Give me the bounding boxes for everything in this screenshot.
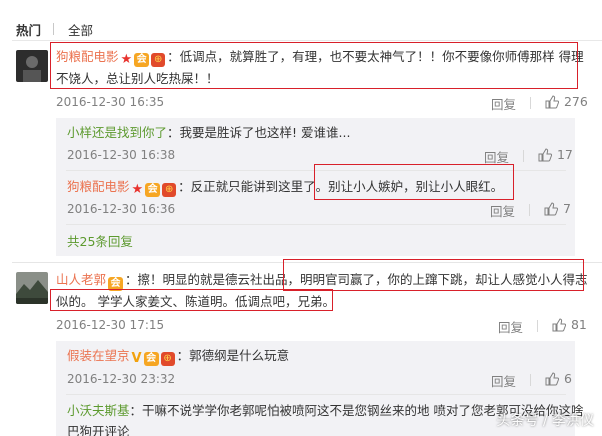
red-envelope-icon: ⊕ (162, 182, 177, 197)
like-button[interactable]: 6 (545, 370, 572, 388)
comment-line-1: 山人老郭会：擦！明显的就是德云社出品，明明官司赢了，你的上蹿下跳，却让人感觉小人… (56, 271, 588, 291)
comment-tabs: 热门 全部 (16, 20, 93, 38)
watermark: 头条号 / 李洪仪 (496, 413, 594, 429)
tabs-underline (12, 40, 602, 41)
comment-time: 2016-12-30 16:35 (56, 95, 165, 109)
comment-username[interactable]: 狗粮配电影 (56, 49, 119, 64)
member-badge-icon: 会 (134, 52, 150, 67)
like-count: 6 (563, 371, 572, 386)
reply-username[interactable]: 假装在望京 (67, 348, 130, 363)
reply-divider (66, 394, 566, 395)
action-divider (523, 150, 524, 162)
reply-actions: 回复 7 (490, 200, 571, 221)
comment-divider (12, 262, 602, 263)
like-count: 17 (556, 147, 573, 162)
reply-button[interactable]: 回复 (498, 320, 523, 335)
comment-time: 2016-12-30 17:15 (56, 318, 165, 332)
red-envelope-icon: ⊕ (160, 351, 175, 366)
red-envelope-icon: ⊕ (151, 52, 166, 67)
reply-actions: 回复 17 (484, 146, 573, 167)
user-badges: 会 (108, 277, 124, 291)
reply-line: 狗粮配电影 ★ 会 ⊕ ：反正就只能讲到这里了。别让小人嫉妒，别让小人眼红。 (67, 178, 503, 197)
comment-line-1: 狗粮配电影 ★ 会 ⊕ ：低调点，就算胜了，有理，也不要太神气了！！你不要像你师傅那样 … (56, 48, 584, 67)
reply-text: ：反正就只能讲到这里了。别让小人嫉妒，别让小人眼红。 (178, 179, 504, 194)
comment-text: ：低调点，就算胜了，有理，也不要太神气了！！你不要像你师傅那样 得理 (167, 49, 584, 64)
star-icon: ★ (120, 52, 133, 67)
comment-text: ：擦！明显的就是德云社出品，明明官司赢了，你的上蹿下跳，却让人感觉小人得志 (125, 272, 588, 287)
reply-button[interactable]: 回复 (491, 374, 516, 389)
avatar[interactable] (16, 50, 48, 82)
thumbs-up-icon (544, 202, 558, 216)
avatar[interactable] (16, 272, 48, 304)
tab-divider (53, 23, 55, 35)
verified-v-icon: V (131, 351, 142, 366)
thumbs-up-icon (545, 372, 559, 386)
user-badges: ★ 会 ⊕ (131, 182, 177, 197)
comment-actions: 回复 276 (491, 93, 588, 114)
comment-text-cont: 不饶人，总让别人吃热屎！！ (56, 71, 219, 86)
like-button[interactable]: 17 (538, 146, 573, 164)
reply-actions: 回复 6 (491, 370, 572, 391)
comment-actions: 回复 81 (498, 316, 587, 337)
comment-line-2: 不饶人，总让别人吃热屎！！ (56, 70, 219, 88)
reply-button[interactable]: 回复 (484, 150, 509, 165)
reply-divider (66, 224, 566, 225)
user-badges: ★ 会 ⊕ (120, 52, 166, 67)
action-divider (537, 320, 538, 332)
reply-line: 假装在望京 V 会 ⊕ ：郭德纲是什么玩意 (67, 347, 289, 366)
comment-text-cont: 似的。 学学人家姜文、陈道明。低调点吧，兄弟。 (56, 294, 335, 309)
reply-time: 2016-12-30 16:38 (67, 148, 176, 162)
like-button[interactable]: 81 (552, 316, 587, 334)
more-replies-link[interactable]: 共25条回复 (67, 233, 133, 251)
reply-text: ：我要是胜诉了也这样! 爱谁谁... (167, 125, 351, 140)
member-badge-icon: 会 (143, 351, 159, 366)
reply-username[interactable]: 小样还是找到你了 (67, 125, 167, 140)
member-badge-icon: 会 (108, 277, 124, 291)
like-button[interactable]: 276 (545, 93, 588, 111)
thumbs-up-icon (552, 318, 566, 332)
like-button[interactable]: 7 (544, 200, 571, 218)
like-count: 81 (570, 317, 587, 332)
action-divider (530, 374, 531, 386)
like-count: 276 (563, 94, 588, 109)
thumbs-up-icon (545, 95, 559, 109)
tab-hot[interactable]: 热门 (16, 20, 41, 39)
action-divider (529, 204, 530, 216)
reply-divider (66, 170, 566, 171)
reply-button[interactable]: 回复 (490, 204, 515, 219)
reply-username[interactable]: 小沃夫斯基 (67, 403, 130, 418)
reply-button[interactable]: 回复 (491, 97, 516, 112)
tab-all[interactable]: 全部 (68, 20, 93, 39)
action-divider (530, 97, 531, 109)
reply-line: 小样还是找到你了：我要是胜诉了也这样! 爱谁谁... (67, 124, 350, 142)
reply-line-cont: 巴狗开评论 (67, 423, 130, 436)
like-count: 7 (562, 201, 571, 216)
thumbs-up-icon (538, 148, 552, 162)
reply-username[interactable]: 狗粮配电影 (67, 179, 130, 194)
comment-line-2: 似的。 学学人家姜文、陈道明。低调点吧，兄弟。 (56, 293, 335, 311)
comment-username[interactable]: 山人老郭 (56, 272, 106, 287)
member-badge-icon: 会 (145, 182, 161, 197)
reply-time: 2016-12-30 23:32 (67, 372, 176, 386)
reply-time: 2016-12-30 16:36 (67, 202, 176, 216)
user-badges: V 会 ⊕ (131, 351, 175, 366)
reply-text: ：郭德纲是什么玩意 (176, 348, 290, 363)
reply-text-cont: 巴狗开评论 (67, 424, 130, 436)
star-icon: ★ (131, 182, 144, 197)
